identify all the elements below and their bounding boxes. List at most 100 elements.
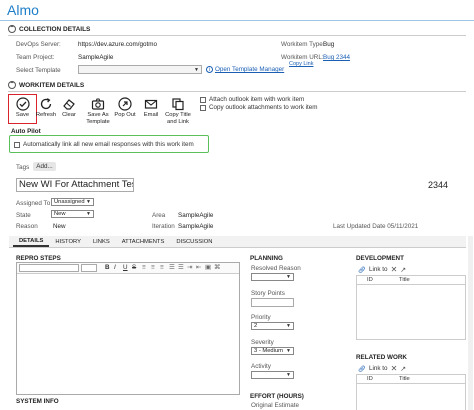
- tab-details[interactable]: DETAILS: [13, 237, 50, 247]
- project-label: Team Project:: [16, 54, 55, 61]
- tags-label: Tags: [16, 164, 30, 171]
- link-to-icon[interactable]: 🔗︎: [358, 266, 366, 274]
- related-link-to[interactable]: Link to: [369, 365, 388, 372]
- save-button[interactable]: Save: [10, 97, 35, 119]
- copy-attachments-option[interactable]: Copy outlook attachments to work item: [200, 104, 318, 111]
- align-left-icon[interactable]: ≡: [142, 264, 146, 271]
- scrollbar[interactable]: [468, 236, 473, 410]
- template-manager[interactable]: i Open Template Manager: [206, 66, 284, 73]
- workitem-header-label: WORKITEM DETAILS: [19, 81, 85, 89]
- copy-link[interactable]: Copy Link: [289, 61, 313, 67]
- story-points-label: Story Points: [251, 290, 285, 297]
- severity-value: 3 - Medium: [254, 348, 283, 354]
- copy-attachments-label: Copy outlook attachments to work item: [209, 104, 318, 111]
- underline-button[interactable]: U: [123, 264, 128, 271]
- story-points-input[interactable]: [251, 298, 294, 307]
- tab-history[interactable]: HISTORY: [49, 237, 87, 247]
- copy-title-link-label: Copy Title and Link: [165, 112, 191, 125]
- indent-icon[interactable]: ⇥: [187, 264, 192, 271]
- font-family-select[interactable]: [19, 264, 79, 272]
- priority-select[interactable]: 2 ▼: [251, 322, 294, 330]
- clear-button[interactable]: Clear: [58, 97, 80, 119]
- iteration-value: SampleAgile: [178, 223, 214, 230]
- repro-steps-editor[interactable]: B I U S ≡ ≡ ≡ ☰ ☰ ⇥ ⇤ ▣ ⌘: [16, 262, 240, 395]
- workitem-header[interactable]: ⌃ WORKITEM DETAILS: [8, 81, 84, 89]
- severity-select[interactable]: 3 - Medium ▼: [251, 347, 294, 355]
- tab-discussion[interactable]: DISCUSSION: [170, 237, 218, 247]
- repro-steps-label: REPRO STEPS: [16, 255, 61, 262]
- chevron-down-icon: ▼: [86, 211, 91, 217]
- wi-url-label: Workitem URL:: [281, 54, 324, 61]
- autopilot-checkbox[interactable]: [14, 141, 20, 148]
- activity-select[interactable]: ▼: [251, 371, 294, 379]
- effort-label: EFFORT (HOURS): [250, 393, 304, 400]
- align-right-icon[interactable]: ≡: [160, 264, 164, 271]
- email-label: Email: [143, 112, 159, 118]
- refresh-icon: [40, 98, 52, 110]
- workitem-title-input[interactable]: New WI For Attachment Test: [16, 178, 134, 192]
- planning-label: PLANNING: [250, 255, 283, 262]
- col-title: Title: [399, 277, 410, 283]
- assigned-value: Unassigned: [54, 199, 85, 205]
- chevron-down-icon: ▼: [286, 372, 291, 378]
- development-label: DEVELOPMENT: [356, 255, 404, 262]
- template-manager-link[interactable]: Open Template Manager: [215, 66, 284, 73]
- autopilot-label: Automatically link all new email respons…: [23, 141, 194, 148]
- email-button[interactable]: Email: [140, 97, 162, 119]
- area-label: Area: [152, 212, 166, 219]
- image-icon[interactable]: ▣: [205, 264, 211, 271]
- link-icon[interactable]: ⌘: [214, 264, 220, 271]
- open-icon[interactable]: ↗: [400, 266, 406, 274]
- activity-label: Activity: [251, 363, 271, 370]
- collection-header[interactable]: ⌃ COLLECTION DETAILS: [8, 25, 90, 33]
- related-toolbar: 🔗︎ Link to ✕ ↗: [358, 364, 406, 373]
- attach-outlook-checkbox[interactable]: [200, 96, 206, 103]
- copy-attachments-checkbox[interactable]: [200, 104, 206, 111]
- collapse-icon[interactable]: ⌃: [8, 25, 16, 33]
- attach-outlook-label: Attach outlook item with work item: [209, 96, 305, 103]
- refresh-button[interactable]: Refresh: [35, 97, 57, 119]
- bullet-list-icon[interactable]: ☰: [169, 264, 175, 271]
- bold-button[interactable]: B: [105, 264, 110, 271]
- tab-links[interactable]: LINKS: [87, 237, 116, 247]
- autopilot-option[interactable]: Automatically link all new email respons…: [14, 141, 194, 148]
- dev-link-to[interactable]: Link to: [369, 266, 388, 273]
- severity-label: Severity: [251, 339, 274, 346]
- assigned-select[interactable]: Unassigned ▼: [51, 198, 94, 206]
- state-label: State: [16, 212, 31, 219]
- state-select[interactable]: New ▼: [51, 210, 94, 218]
- save-as-template-button[interactable]: Save As Template: [84, 97, 112, 125]
- wi-url-link[interactable]: Bug 2344: [323, 54, 350, 61]
- add-tag-button[interactable]: Add...: [33, 162, 56, 171]
- open-icon[interactable]: ↗: [400, 365, 406, 373]
- resolved-reason-select[interactable]: ▼: [251, 273, 294, 281]
- save-as-template-label: Save As Template: [86, 112, 110, 125]
- original-estimate-label: Original Estimate: [251, 402, 299, 409]
- copy-icon: [172, 98, 184, 111]
- strike-button[interactable]: S: [132, 264, 136, 271]
- dev-grid: ID Title: [356, 275, 466, 340]
- attach-outlook-option[interactable]: Attach outlook item with work item: [200, 96, 304, 103]
- envelope-icon: [144, 99, 158, 109]
- refresh-label: Refresh: [35, 112, 57, 118]
- font-size-select[interactable]: [81, 264, 97, 272]
- chevron-down-icon: ▼: [286, 323, 291, 329]
- copy-title-link-button[interactable]: Copy Title and Link: [163, 97, 193, 125]
- outdent-icon[interactable]: ⇤: [196, 264, 201, 271]
- link-to-icon[interactable]: 🔗︎: [358, 365, 366, 373]
- template-select[interactable]: ▼: [78, 65, 202, 74]
- numbered-list-icon[interactable]: ☰: [178, 264, 184, 271]
- italic-button[interactable]: I: [114, 264, 116, 271]
- template-label: Select Template: [16, 67, 61, 74]
- related-grid: ID Title: [356, 374, 466, 410]
- tab-attachments[interactable]: ATTACHMENTS: [116, 237, 171, 247]
- collapse-icon[interactable]: ⌃: [8, 81, 16, 89]
- dev-toolbar: 🔗︎ Link to ✕ ↗: [358, 265, 406, 274]
- remove-icon[interactable]: ✕: [391, 265, 398, 274]
- pop-out-button[interactable]: Pop Out: [113, 97, 137, 119]
- area-value: SampleAgile: [178, 212, 214, 219]
- remove-icon[interactable]: ✕: [391, 364, 398, 373]
- align-center-icon[interactable]: ≡: [151, 264, 155, 271]
- pop-out-label: Pop Out: [114, 112, 136, 118]
- info-icon: i: [206, 66, 213, 73]
